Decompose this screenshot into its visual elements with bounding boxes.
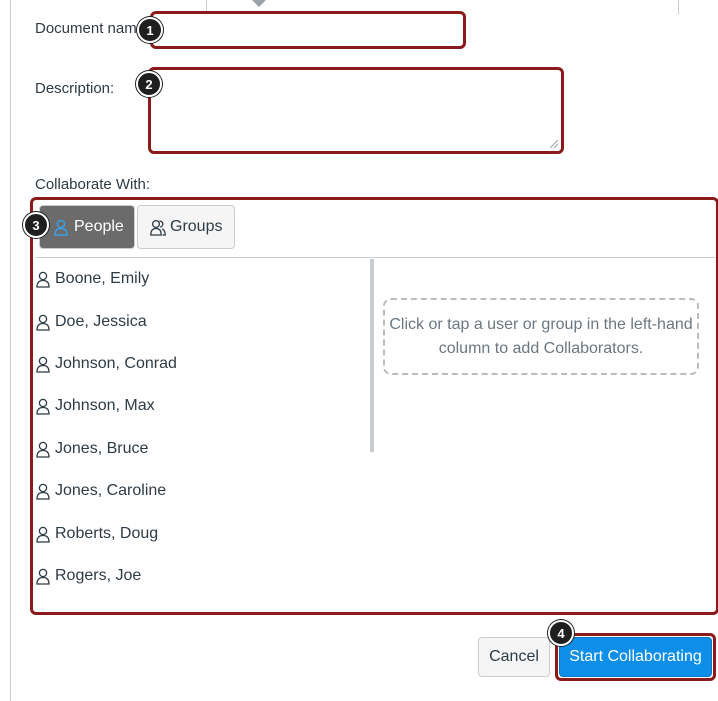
panel-divider xyxy=(678,0,679,14)
person-icon xyxy=(36,314,50,331)
list-item[interactable]: Johnson, Conrad xyxy=(36,349,177,379)
person-name: Jones, Bruce xyxy=(55,440,149,457)
person-icon xyxy=(36,356,50,373)
person-icon xyxy=(36,568,50,585)
person-name: Jones, Caroline xyxy=(55,482,167,499)
cancel-button[interactable]: Cancel xyxy=(478,637,550,677)
callout-badge-2: 2 xyxy=(136,71,162,97)
list-item[interactable]: Roberts, Doug xyxy=(36,519,158,549)
people-list-scrollbar[interactable] xyxy=(370,259,374,452)
list-item-partial xyxy=(36,602,50,610)
person-icon xyxy=(36,441,50,458)
panel-left-border xyxy=(10,0,11,701)
people-list[interactable]: Boone, Emily Doe, Jessica Johnson, Conra… xyxy=(36,258,366,610)
person-icon xyxy=(54,219,68,236)
person-icon xyxy=(36,271,50,288)
person-name: Johnson, Max xyxy=(55,397,155,414)
person-name: Doe, Jessica xyxy=(55,313,147,330)
person-name: Boone, Emily xyxy=(55,270,150,287)
list-item[interactable]: Jones, Caroline xyxy=(36,476,166,506)
person-name: Roberts, Doug xyxy=(55,525,159,542)
list-item[interactable]: Jones, Bruce xyxy=(36,434,148,464)
list-item[interactable]: Doe, Jessica xyxy=(36,307,147,337)
person-name: Rogers, Joe xyxy=(55,567,142,584)
person-name: Johnson, Conrad xyxy=(55,355,177,372)
collaborators-dropzone: Click or tap a user or group in the left… xyxy=(383,298,699,375)
list-item[interactable]: Boone, Emily xyxy=(36,264,149,294)
list-item[interactable]: Johnson, Max xyxy=(36,391,155,421)
collaborate-with-label: Collaborate With: xyxy=(35,176,151,193)
popover-pointer xyxy=(252,0,266,7)
resize-handle-icon[interactable] xyxy=(550,140,558,148)
person-icon xyxy=(36,398,50,415)
callout-badge-1: 1 xyxy=(137,17,163,43)
person-icon xyxy=(36,609,50,610)
start-collaborating-button[interactable]: Start Collaborating xyxy=(559,637,712,677)
dropzone-text: Click or tap a user or group in the left… xyxy=(389,315,693,357)
tab-people[interactable]: People xyxy=(39,205,135,249)
description-label: Description: xyxy=(35,80,115,97)
tab-groups[interactable]: Groups xyxy=(137,205,235,249)
callout-badge-3: 3 xyxy=(23,212,49,238)
callout-badge-4: 4 xyxy=(548,620,574,646)
person-icon xyxy=(36,526,50,543)
description-textarea[interactable] xyxy=(148,67,564,154)
document-name-input[interactable] xyxy=(150,11,466,49)
group-icon xyxy=(150,219,166,236)
document-name-label: Document name xyxy=(35,20,146,37)
tab-people-label: People xyxy=(74,218,124,235)
person-icon xyxy=(36,483,50,500)
list-item[interactable]: Rogers, Joe xyxy=(36,561,141,591)
tab-groups-label: Groups xyxy=(170,218,223,235)
